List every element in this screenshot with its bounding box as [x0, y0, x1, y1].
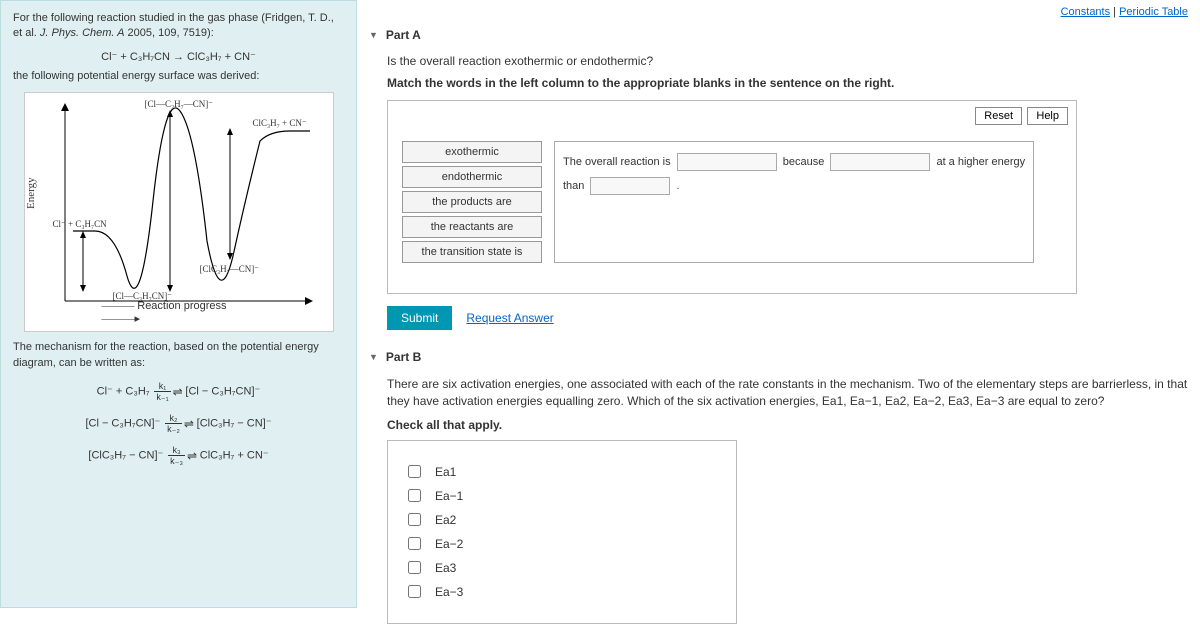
check-ea3[interactable]: Ea3 [408, 561, 716, 575]
check-ea-3[interactable]: Ea−3 [408, 585, 716, 599]
checkbox-ea1[interactable] [408, 465, 421, 478]
sentence-frag: . [677, 180, 680, 192]
label-products: ClC₃H₇ + CN⁻ [253, 118, 307, 129]
reset-button[interactable]: Reset [975, 107, 1022, 125]
checkbox-ea-3[interactable] [408, 585, 421, 598]
checkbox-ea-2[interactable] [408, 537, 421, 550]
y-axis-label: Energy [25, 178, 37, 210]
sentence-frag: than [563, 180, 584, 192]
word-transition[interactable]: the transition state is [402, 241, 542, 263]
check-instruction: Check all that apply. [387, 418, 1188, 432]
check-ea1[interactable]: Ea1 [408, 465, 716, 479]
x-axis-label: ——— Reaction progress ———▸ [102, 300, 256, 325]
checkbox-ea3[interactable] [408, 561, 421, 574]
check-ea-2[interactable]: Ea−2 [408, 537, 716, 551]
matching-container: Reset Help exothermic endothermic the pr… [387, 100, 1077, 294]
label-well2: [ClC₃H₇—CN]⁻ [200, 264, 260, 275]
intro-text: For the following reaction studied in th… [13, 11, 344, 42]
part-a-title: Part A [386, 28, 421, 42]
energy-curve [55, 101, 325, 306]
request-answer-link[interactable]: Request Answer [466, 311, 553, 325]
intro-text-2: the following potential energy surface w… [13, 69, 344, 84]
top-links: Constants | Periodic Table [1061, 6, 1188, 18]
sentence-target: The overall reaction is because at a hig… [554, 141, 1034, 263]
sentence-frag: because [783, 156, 825, 168]
problem-panel: For the following reaction studied in th… [0, 0, 357, 608]
word-exothermic[interactable]: exothermic [402, 141, 542, 163]
mech-step-2: [Cl − C₃H₇CN]⁻ k₂k₋₂⇌ [ClC₃H₇ − CN]⁻ [13, 413, 344, 435]
checkbox-ea2[interactable] [408, 513, 421, 526]
caret-down-icon: ▼ [369, 352, 378, 362]
label-ts: [Cl—C₃H₇—CN]⁻ [145, 99, 214, 110]
part-a-question: Is the overall reaction exothermic or en… [387, 54, 1188, 68]
label-reactants: Cl⁻ + C₃H₇CN [53, 219, 107, 230]
answer-panel: Constants | Periodic Table ▼ Part A Is t… [357, 0, 1200, 608]
blank-2[interactable] [830, 153, 930, 171]
part-b-header[interactable]: ▼ Part B [369, 350, 1188, 364]
help-button[interactable]: Help [1027, 107, 1068, 125]
blank-1[interactable] [677, 153, 777, 171]
journal: J. Phys. Chem. A [40, 27, 125, 39]
word-reactants[interactable]: the reactants are [402, 216, 542, 238]
mech-step-1: Cl⁻ + C₃H₇ k₁k₋₁⇌ [Cl − C₃H₇CN]⁻ [13, 381, 344, 403]
word-bank: exothermic endothermic the products are … [402, 141, 542, 263]
checkbox-ea-1[interactable] [408, 489, 421, 502]
part-a-instruction: Match the words in the left column to th… [387, 76, 1188, 90]
mechanism-intro: The mechanism for the reaction, based on… [13, 340, 344, 371]
constants-link[interactable]: Constants [1061, 6, 1111, 18]
sentence-frag: The overall reaction is [563, 156, 671, 168]
word-products[interactable]: the products are [402, 191, 542, 213]
periodic-table-link[interactable]: Periodic Table [1119, 6, 1188, 18]
mech-step-3: [ClC₃H₇ − CN]⁻ k₃k₋₃⇌ ClC₃H₇ + CN⁻ [13, 445, 344, 467]
part-b-description: There are six activation energies, one a… [387, 376, 1188, 410]
overall-reaction: Cl⁻ + C₃H₇CN → ClC₃H₇ + CN⁻ [13, 50, 344, 63]
word-endothermic[interactable]: endothermic [402, 166, 542, 188]
sentence-frag: at a higher energy [936, 156, 1025, 168]
caret-down-icon: ▼ [369, 30, 378, 40]
blank-3[interactable] [590, 177, 670, 195]
cite: 2005, 109, 7519): [124, 27, 213, 39]
energy-diagram: Energy [Cl—C₃ [24, 92, 334, 332]
part-a-header[interactable]: ▼ Part A [369, 28, 1188, 42]
check-ea-1[interactable]: Ea−1 [408, 489, 716, 503]
check-ea2[interactable]: Ea2 [408, 513, 716, 527]
checkbox-group: Ea1 Ea−1 Ea2 Ea−2 Ea3 Ea−3 [387, 440, 737, 624]
submit-button[interactable]: Submit [387, 306, 452, 330]
part-b-title: Part B [386, 350, 421, 364]
